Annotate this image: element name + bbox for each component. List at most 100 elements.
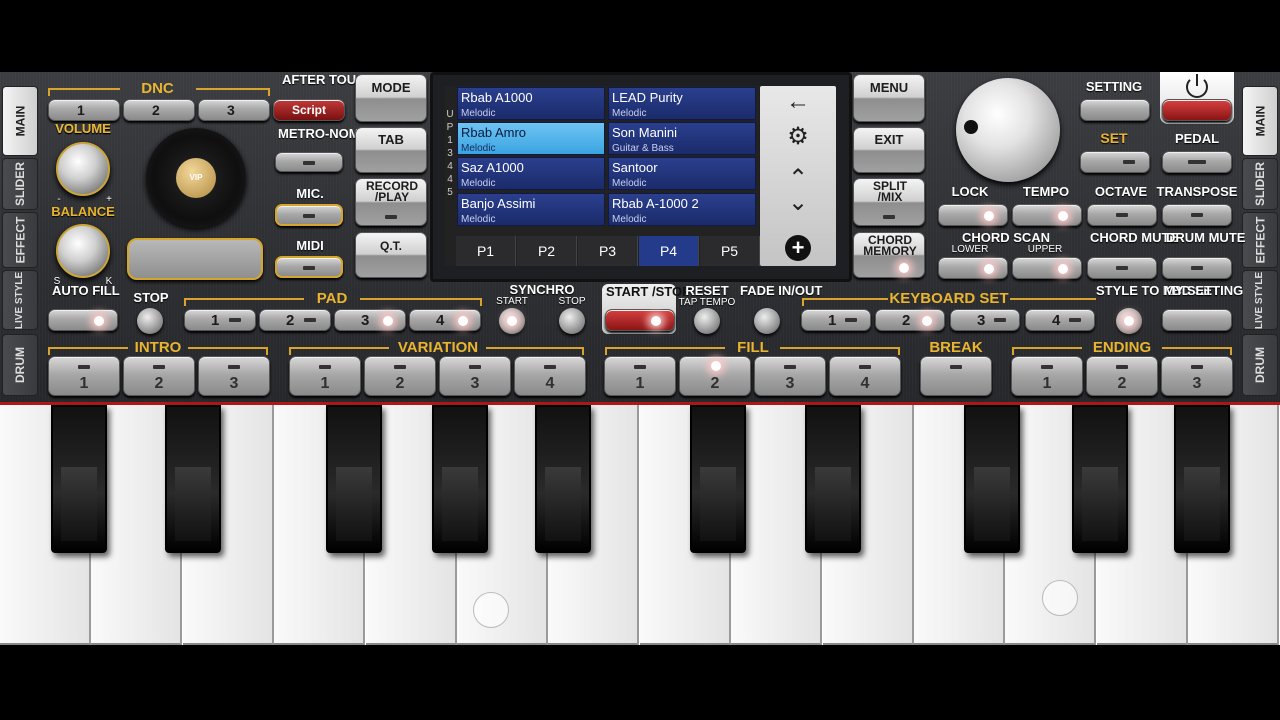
dnc-1-button[interactable]: 1 — [48, 99, 120, 121]
tab-effect-right[interactable]: EFFECT — [1242, 212, 1278, 268]
chord-memory-button[interactable]: CHORD MEMORY — [853, 232, 925, 278]
add-icon[interactable]: + — [785, 235, 811, 261]
tempo-button[interactable] — [1012, 204, 1082, 226]
data-dial[interactable] — [956, 78, 1060, 182]
dnc-2-button[interactable]: 2 — [123, 99, 195, 121]
voice-cell[interactable]: LEAD Purity Melodic — [608, 87, 756, 120]
tab-slider-left[interactable]: SLIDER — [2, 158, 38, 210]
black-key[interactable] — [1174, 405, 1230, 553]
voice-cell-selected[interactable]: Rbab Amro Melodic — [457, 122, 605, 155]
intro-3-button[interactable]: 3 — [198, 356, 270, 396]
tab-main-right[interactable]: MAIN — [1242, 86, 1278, 156]
synchro-stop-knob[interactable] — [559, 308, 585, 334]
balance-knob[interactable] — [56, 224, 110, 278]
black-key[interactable] — [326, 405, 382, 553]
pad-1-button[interactable]: 1 — [184, 309, 256, 331]
intro-2-button[interactable]: 2 — [123, 356, 195, 396]
fade-knob[interactable] — [754, 308, 780, 334]
tab-button[interactable]: TAB — [355, 127, 427, 173]
chord-scan-lower-button[interactable] — [938, 257, 1008, 279]
set-button[interactable] — [1080, 151, 1150, 173]
reset-knob[interactable] — [694, 308, 720, 334]
fill-1-button[interactable]: 1 — [604, 356, 676, 396]
my-setting-button[interactable] — [1162, 309, 1232, 331]
page-tab-p5[interactable]: P5 — [700, 236, 760, 266]
black-key[interactable] — [964, 405, 1020, 553]
black-key[interactable] — [1072, 405, 1128, 553]
tab-slider-right[interactable]: SLIDER — [1242, 158, 1278, 210]
tab-live-style-right[interactable]: LIVE STYLE — [1242, 270, 1278, 330]
record-play-button[interactable]: RECORD /PLAY — [355, 178, 427, 226]
voice-cell[interactable]: Santoor Melodic — [608, 157, 756, 190]
start-stop-button[interactable] — [605, 309, 675, 331]
dnc-3-button[interactable]: 3 — [198, 99, 270, 121]
mic-button[interactable] — [275, 204, 343, 226]
vip-disc[interactable]: VIP — [146, 128, 246, 228]
black-key[interactable] — [51, 405, 107, 553]
variation-2-button[interactable]: 2 — [364, 356, 436, 396]
page-tab-p2[interactable]: P2 — [517, 236, 577, 266]
fill-4-button[interactable]: 4 — [829, 356, 901, 396]
mode-button[interactable]: MODE — [355, 74, 427, 122]
split-mix-button[interactable]: SPLIT /MIX — [853, 178, 925, 226]
volume-knob[interactable] — [56, 142, 110, 196]
tab-live-style-left[interactable]: LIVE STYLE — [2, 270, 38, 330]
lock-button[interactable] — [938, 204, 1008, 226]
drum-mute-button[interactable] — [1162, 257, 1232, 279]
tab-drum-left[interactable]: DRUM — [2, 334, 38, 396]
assign-slot[interactable] — [127, 238, 263, 280]
page-tab-p3[interactable]: P3 — [578, 236, 638, 266]
variation-4-button[interactable]: 4 — [514, 356, 586, 396]
voice-cell[interactable]: Son Manini Guitar & Bass — [608, 122, 756, 155]
gear-icon[interactable]: ⚙ — [760, 122, 836, 151]
style-to-kbd-knob[interactable] — [1116, 308, 1142, 334]
break-button[interactable] — [920, 356, 992, 396]
black-key[interactable] — [432, 405, 488, 553]
chord-mute-button[interactable] — [1087, 257, 1157, 279]
chevron-down-icon[interactable]: ⌄ — [760, 188, 836, 217]
menu-button[interactable]: MENU — [853, 74, 925, 122]
midi-button[interactable] — [275, 256, 343, 278]
kbd-set-2-button[interactable]: 2 — [875, 309, 945, 331]
auto-fill-button[interactable] — [48, 309, 118, 331]
intro-1-button[interactable]: 1 — [48, 356, 120, 396]
back-arrow-icon[interactable]: ← — [760, 88, 836, 116]
voice-cell[interactable]: Saz A1000 Melodic — [457, 157, 605, 190]
kbd-set-3-button[interactable]: 3 — [950, 309, 1020, 331]
tab-effect-left[interactable]: EFFECT — [2, 212, 38, 268]
exit-button[interactable]: EXIT — [853, 127, 925, 173]
ending-1-button[interactable]: 1 — [1011, 356, 1083, 396]
ending-2-button[interactable]: 2 — [1086, 356, 1158, 396]
octave-button[interactable] — [1087, 204, 1157, 226]
black-key[interactable] — [535, 405, 591, 553]
qt-button[interactable]: Q.T. — [355, 232, 427, 278]
kbd-set-4-button[interactable]: 4 — [1025, 309, 1095, 331]
page-tab-p1[interactable]: P1 — [456, 236, 516, 266]
pad-stop-knob[interactable] — [137, 308, 163, 334]
black-key[interactable] — [805, 405, 861, 553]
fill-2-button[interactable]: 2 — [679, 356, 751, 396]
page-tab-p4[interactable]: P4 — [639, 236, 699, 266]
pad-4-button[interactable]: 4 — [409, 309, 481, 331]
black-key[interactable] — [165, 405, 221, 553]
tab-main-left[interactable]: MAIN — [2, 86, 38, 156]
voice-cell[interactable]: Rbab A-1000 2 Melodic — [608, 193, 756, 226]
metronome-button[interactable] — [275, 152, 343, 172]
chord-scan-upper-button[interactable] — [1012, 257, 1082, 279]
variation-1-button[interactable]: 1 — [289, 356, 361, 396]
script-button[interactable]: Script — [273, 99, 345, 121]
kbd-set-1-button[interactable]: 1 — [801, 309, 871, 331]
black-key[interactable] — [690, 405, 746, 553]
pad-3-button[interactable]: 3 — [334, 309, 406, 331]
fill-3-button[interactable]: 3 — [754, 356, 826, 396]
setting-button[interactable] — [1080, 99, 1150, 121]
power-button[interactable] — [1162, 99, 1232, 121]
voice-cell[interactable]: Banjo Assimi Melodic — [457, 193, 605, 226]
synchro-start-knob[interactable] — [499, 308, 525, 334]
pedal-button[interactable] — [1162, 151, 1232, 173]
ending-3-button[interactable]: 3 — [1161, 356, 1233, 396]
variation-3-button[interactable]: 3 — [439, 356, 511, 396]
voice-cell[interactable]: Rbab A1000 Melodic — [457, 87, 605, 120]
pad-2-button[interactable]: 2 — [259, 309, 331, 331]
tab-drum-right[interactable]: DRUM — [1242, 334, 1278, 396]
